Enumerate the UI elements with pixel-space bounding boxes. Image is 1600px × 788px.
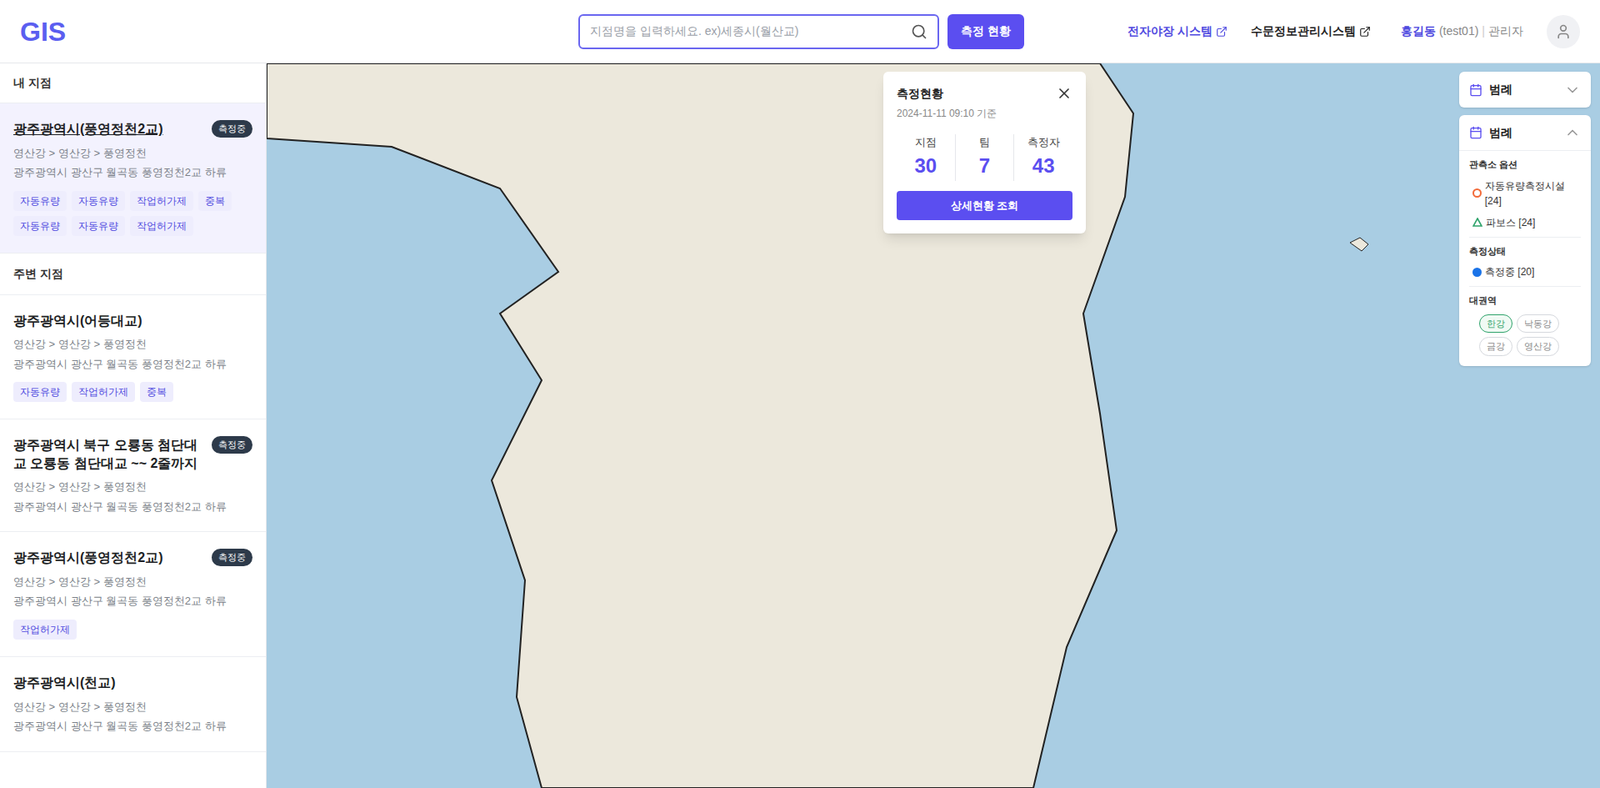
site-path: 영산강 > 영산강 > 풍영정천	[13, 145, 253, 162]
site-item[interactable]: 광주광역시(풍영정천2교) 측정중영산강 > 영산강 > 풍영정천광주광역시 광산…	[0, 103, 266, 254]
site-tag: 자동유량	[13, 215, 67, 236]
site-path: 영산강 > 영산강 > 풍영정천	[13, 478, 253, 495]
header: GIS 지점명을 입력하세요. ex)세종시(월산교) 측정 현황 전자야장 시스템 수…	[0, 0, 1600, 64]
site-item[interactable]: 광주광역시(어등대교) 영산강 > 영산강 > 풍영정천광주광역시 광산구 월곡동…	[0, 295, 266, 420]
site-title: 광주광역시(천교)	[13, 673, 116, 692]
site-item[interactable]: 광주광역시(천교) 영산강 > 영산강 > 풍영정천광주광역시 광산구 월곡동 풍…	[0, 656, 266, 752]
system-link[interactable]: 수문정보관리시스템	[1250, 22, 1371, 40]
popup-stat: 팀7	[955, 134, 1015, 181]
site-path: 영산강 > 영산강 > 풍영정천	[13, 573, 253, 590]
user-info: 홍길동(test01)|관리자	[1400, 22, 1524, 40]
site-tag: 중복	[140, 381, 174, 402]
legend-panel: 범례	[1459, 71, 1591, 108]
site-tag: 작업허가제	[71, 381, 135, 402]
site-item[interactable]: 광주광역시(풍영정천2교) 측정중영산강 > 영산강 > 풍영정천광주광역시 광산…	[0, 531, 266, 657]
region-chip[interactable]: 한강	[1479, 314, 1513, 334]
site-title: 광주광역시(풍영정천2교)	[13, 548, 164, 567]
station-option: 자동유량측정시설 [24]	[1469, 178, 1581, 209]
system-link[interactable]: 전자야장 시스템	[1127, 22, 1228, 40]
site-path: 영산강 > 영산강 > 풍영정천	[13, 335, 253, 353]
site-title: 광주광역시(풍영정천2교)	[13, 120, 164, 139]
status-badge: 측정중	[211, 435, 253, 454]
site-tag: 작업허가제	[13, 619, 77, 640]
search-icon[interactable]	[910, 23, 928, 40]
status-option: 측정중 [20]	[1469, 264, 1581, 280]
legend-header[interactable]: 범례	[1459, 115, 1591, 151]
legend-icon	[1469, 83, 1483, 97]
region-chip[interactable]: 영산강	[1516, 336, 1560, 356]
legend-panel: 범례관측소 옵션자동유량측정시설 [24] 파보스 [24] 측정상태측정중 [20…	[1459, 115, 1591, 366]
status-dot-icon	[1472, 267, 1482, 277]
site-item[interactable]: 광주광역시 북구 오룡동 첨단대교 오룡동 첨단대교 ~~ 2줄까지 측정중영산강…	[0, 419, 266, 532]
site-title: 광주광역시 북구 오룡동 첨단대교 오룡동 첨단대교 ~~ 2줄까지	[13, 435, 205, 472]
chevron-up-icon	[1564, 124, 1581, 141]
section-title: 내 지점	[0, 63, 266, 104]
popup-stat: 측정자43	[1013, 134, 1073, 181]
sidebar: 내 지점광주광역시(풍영정천2교)측정중영산강 > 영산강 > 풍영정천광주광역…	[0, 63, 267, 788]
external-link-icon	[1359, 25, 1371, 38]
user-icon	[1555, 23, 1572, 40]
legend-section-title: 관측소 옵션	[1469, 157, 1581, 172]
legend-header[interactable]: 범례	[1459, 71, 1591, 108]
avatar[interactable]	[1546, 15, 1580, 49]
search-field[interactable]: 지점명을 입력하세요. ex)세종시(월산교)	[578, 14, 940, 50]
region-chip[interactable]: 낙동강	[1516, 314, 1560, 334]
status-badge: 측정중	[211, 120, 253, 138]
site-address: 광주광역시 광산구 월곡동 풍영정천2교 하류	[13, 164, 253, 181]
chevron-down-icon	[1564, 81, 1581, 99]
section-title: 주변 지점	[0, 253, 266, 295]
site-address: 광주광역시 광산구 월곡동 풍영정천2교 하류	[13, 498, 253, 515]
site-tag: 자동유량	[13, 381, 67, 402]
site-path: 영산강 > 영산강 > 풍영정천	[13, 698, 253, 715]
site-tag: 자동유량	[71, 190, 125, 211]
site-tag: 작업허가제	[130, 215, 194, 236]
detail-button[interactable]: 상세현황 조회	[896, 190, 1073, 221]
status-badge: 측정중	[211, 548, 253, 566]
legend-section-title: 대권역	[1469, 293, 1581, 308]
site-tag: 중복	[198, 190, 232, 211]
app: GIS 지점명을 입력하세요. ex)세종시(월산교) 측정 현황 전자야장 시스템 수…	[0, 0, 1600, 788]
site-tag: 작업허가제	[130, 190, 194, 211]
logo[interactable]: GIS	[20, 11, 270, 52]
legend-icon	[1469, 125, 1483, 140]
site-tag: 자동유량	[13, 190, 67, 211]
map[interactable]: 측정현황 2024-11-11 09:10 기준지점30팀7측정자43 상세현황 조…	[266, 63, 1600, 788]
site-address: 광주광역시 광산구 월곡동 풍영정천2교 하류	[13, 592, 253, 610]
popup-title: 측정현황	[896, 85, 944, 103]
search-placeholder: 지점명을 입력하세요. ex)세종시(월산교)	[590, 22, 911, 40]
site-address: 광주광역시 광산구 월곡동 풍영정천2교 하류	[13, 355, 253, 373]
external-link-icon	[1215, 25, 1228, 38]
region-chip[interactable]: 금강	[1479, 336, 1513, 356]
site-title: 광주광역시(어등대교)	[13, 311, 143, 330]
popup-time: 2024-11-11 09:10 기준	[896, 105, 1073, 121]
legend-section-title: 측정상태	[1469, 244, 1581, 259]
status-button[interactable]: 측정 현황	[947, 14, 1025, 50]
station-option: 파보스 [24]	[1469, 215, 1581, 230]
site-tag: 자동유량	[71, 215, 125, 236]
triangle-icon	[1472, 217, 1483, 227]
status-popup: 측정현황 2024-11-11 09:10 기준지점30팀7측정자43 상세현황 조…	[883, 71, 1086, 234]
popup-stat: 지점30	[896, 134, 955, 181]
circle-icon	[1472, 188, 1482, 198]
site-address: 광주광역시 광산구 월곡동 풍영정천2교 하류	[13, 717, 253, 735]
close-icon[interactable]	[1055, 85, 1073, 102]
